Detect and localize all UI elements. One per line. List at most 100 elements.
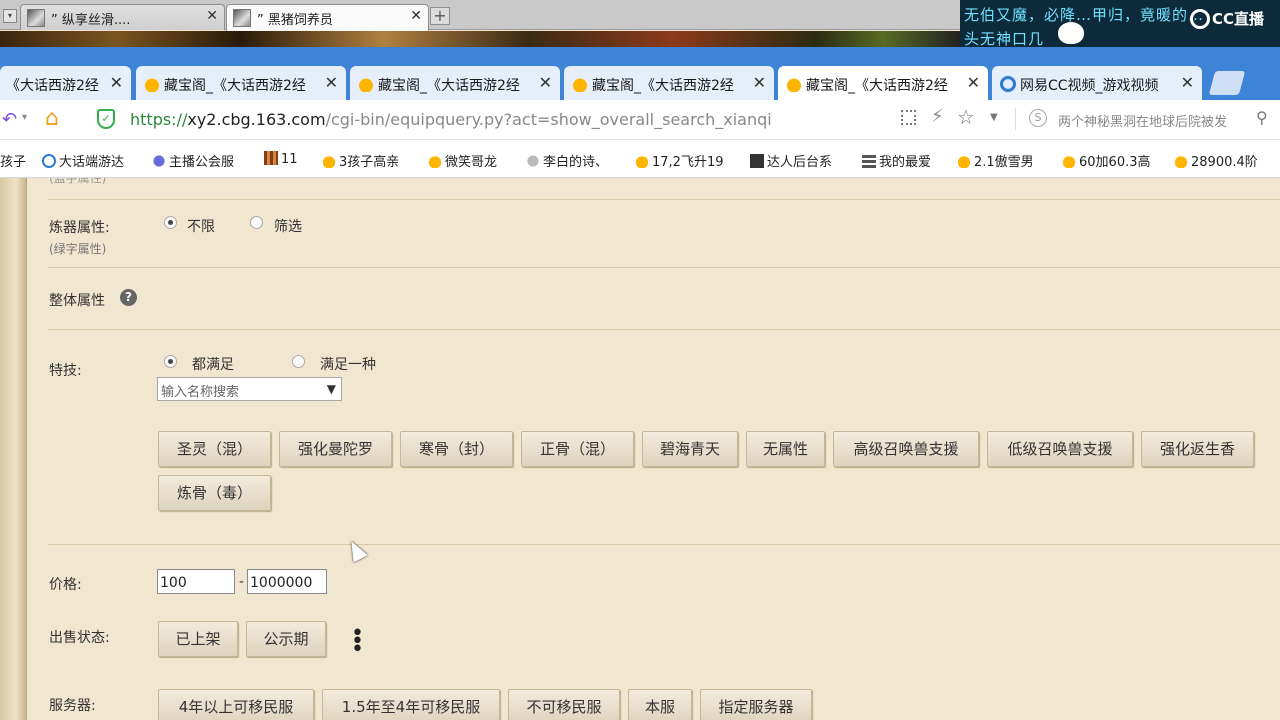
server-option-button[interactable]: 本服: [628, 689, 692, 720]
home-icon[interactable]: ⌂: [45, 106, 59, 131]
bookmark-item[interactable]: 孩子: [0, 151, 26, 170]
close-icon[interactable]: ✕: [410, 8, 422, 24]
bookmark-item[interactable]: 我的最爱: [862, 151, 931, 170]
bookmark-item[interactable]: 主播公会服: [152, 151, 234, 170]
browser-tab-5[interactable]: 藏宝阁_《大话西游2经 ✕: [778, 66, 988, 100]
outer-tab-2[interactable]: ” 黑猪饲养员 ✕: [226, 4, 429, 31]
refine-option-filter[interactable]: 筛选: [274, 216, 302, 236]
browser-tab-label: 藏宝阁_《大话西游2经: [806, 78, 948, 94]
chick-icon: [786, 76, 802, 92]
skills-radio-one[interactable]: [292, 355, 305, 368]
chick-icon: [1062, 154, 1076, 168]
more-vertical-icon[interactable]: • • •: [351, 623, 364, 661]
bookmark-item[interactable]: 60加60.3高: [1062, 151, 1151, 170]
chick-icon: [1174, 154, 1188, 168]
bookmark-item[interactable]: 17,2飞升19: [635, 151, 724, 170]
chevron-down-icon[interactable]: ▾: [22, 112, 27, 123]
blue-c-icon: [42, 154, 56, 168]
star-icon[interactable]: ☆: [957, 105, 975, 129]
chick-icon: [957, 154, 971, 168]
dark-icon: [750, 154, 764, 168]
chevron-down-icon[interactable]: ▼: [327, 382, 336, 396]
close-icon[interactable]: ✕: [325, 73, 338, 92]
url-field[interactable]: https://xy2.cbg.163.com/cgi-bin/equipque…: [130, 110, 772, 129]
help-icon[interactable]: ?: [120, 289, 137, 306]
bookmark-item[interactable]: 大话端游达: [42, 151, 124, 170]
chick-icon: [322, 154, 336, 168]
bookmark-item[interactable]: 微笑哥龙: [428, 151, 497, 170]
bookmark-item[interactable]: 李白的诗、: [526, 151, 608, 170]
refine-radio-any[interactable]: [164, 216, 177, 229]
close-icon[interactable]: ✕: [967, 73, 980, 92]
close-icon[interactable]: ✕: [753, 73, 766, 92]
browser-tab-label: 网易CC视频_游戏视频: [1020, 78, 1159, 94]
outer-tab-strip: ▾ ” 纵享丝滑.... ✕ ” 黑猪饲养员 ✕ +: [0, 0, 960, 31]
purple-icon: [152, 154, 166, 168]
search-engine-icon[interactable]: S: [1029, 109, 1047, 127]
divider: [48, 544, 1280, 545]
price-label: 价格:: [49, 577, 82, 593]
cc-ring-icon: [1190, 9, 1210, 29]
refine-option-any[interactable]: 不限: [187, 216, 215, 236]
skill-chip[interactable]: 寒骨（封）: [400, 431, 513, 467]
mouse-cursor-icon: [344, 537, 368, 563]
bookmark-label: 我的最爱: [879, 155, 932, 170]
bookmark-label: 11: [281, 152, 298, 167]
browser-tab-1[interactable]: 《大话西游2经 ✕: [0, 66, 131, 100]
search-input[interactable]: 两个神秘黑洞在地球后院被发: [1058, 111, 1248, 130]
server-option-button[interactable]: 指定服务器: [700, 689, 812, 720]
price-min-input[interactable]: [157, 569, 235, 594]
close-icon[interactable]: ✕: [1181, 73, 1194, 92]
browser-tab-2[interactable]: 藏宝阁_《大话西游2经 ✕: [136, 66, 346, 100]
server-option-button[interactable]: 4年以上可移民服: [158, 689, 314, 720]
browser-tab-3[interactable]: 藏宝阁_《大话西游2经 ✕: [350, 66, 560, 100]
close-icon[interactable]: ✕: [110, 73, 123, 92]
bookmark-item[interactable]: 3孩子高亲: [322, 151, 399, 170]
outer-new-tab-button[interactable]: +: [430, 7, 450, 25]
skill-chip[interactable]: 高级召唤兽支援: [833, 431, 979, 467]
bookmark-label: 60加60.3高: [1079, 155, 1151, 170]
outer-tab-1[interactable]: ” 纵享丝滑.... ✕: [20, 4, 225, 30]
search-icon[interactable]: ⚲: [1256, 108, 1268, 127]
back-icon[interactable]: ↶: [2, 109, 17, 130]
shield-check-icon[interactable]: ✓: [97, 109, 115, 129]
server-option-button[interactable]: 1.5年至4年可移民服: [322, 689, 500, 720]
outer-menu-button[interactable]: ▾: [3, 9, 17, 23]
skills-radio-all[interactable]: [164, 355, 177, 368]
skills-option-all[interactable]: 都满足: [192, 354, 234, 374]
divider: [48, 199, 1280, 200]
sale-status-listed-button[interactable]: 已上架: [158, 621, 238, 657]
browser-tab-bar: 《大话西游2经 ✕ 藏宝阁_《大话西游2经 ✕ 藏宝阁_《大话西游2经 ✕ 藏宝…: [0, 47, 1280, 100]
skill-search-combo[interactable]: 输入名称搜索 ▼: [157, 377, 342, 401]
new-tab-button[interactable]: [1208, 71, 1246, 95]
skill-chip[interactable]: 正骨（混）: [521, 431, 634, 467]
skill-chip[interactable]: 强化曼陀罗: [279, 431, 392, 467]
sale-status-preview-button[interactable]: 公示期: [246, 621, 326, 657]
address-bar: ↶ ▾ ⌂ ✓ https://xy2.cbg.163.com/cgi-bin/…: [0, 100, 1280, 140]
qr-code-icon[interactable]: [901, 110, 916, 125]
bookmark-item[interactable]: 2.1傲雪男: [957, 151, 1034, 170]
skill-chip[interactable]: 圣灵（混）: [158, 431, 271, 467]
chick-icon: [635, 154, 649, 168]
skill-chip[interactable]: 碧海青天: [642, 431, 738, 467]
browser-tab-4[interactable]: 藏宝阁_《大话西游2经 ✕: [564, 66, 774, 100]
skills-option-one[interactable]: 满足一种: [320, 354, 376, 374]
close-icon[interactable]: ✕: [206, 8, 218, 24]
chick-icon: [428, 154, 442, 168]
chevron-down-icon[interactable]: ▼: [990, 112, 998, 123]
refine-radio-filter[interactable]: [250, 216, 263, 229]
bookmark-item[interactable]: 达人后台系: [750, 151, 832, 170]
bookmark-item[interactable]: 11: [264, 151, 298, 167]
skill-chip[interactable]: 无属性: [746, 431, 825, 467]
price-max-input[interactable]: [247, 569, 327, 594]
bookmark-item[interactable]: 28900.4阶: [1174, 151, 1258, 170]
skill-chip[interactable]: 低级召唤兽支援: [987, 431, 1133, 467]
server-option-button[interactable]: 不可移民服: [508, 689, 620, 720]
chick-icon: [358, 76, 374, 92]
lightning-icon[interactable]: ⚡: [931, 106, 944, 127]
browser-tab-6[interactable]: 网易CC视频_游戏视频 ✕: [992, 66, 1202, 100]
skill-chip[interactable]: 强化返生香: [1141, 431, 1254, 467]
close-icon[interactable]: ✕: [539, 73, 552, 92]
game-window-strip: [0, 31, 960, 47]
skill-chip[interactable]: 炼骨（毒）: [158, 475, 271, 511]
